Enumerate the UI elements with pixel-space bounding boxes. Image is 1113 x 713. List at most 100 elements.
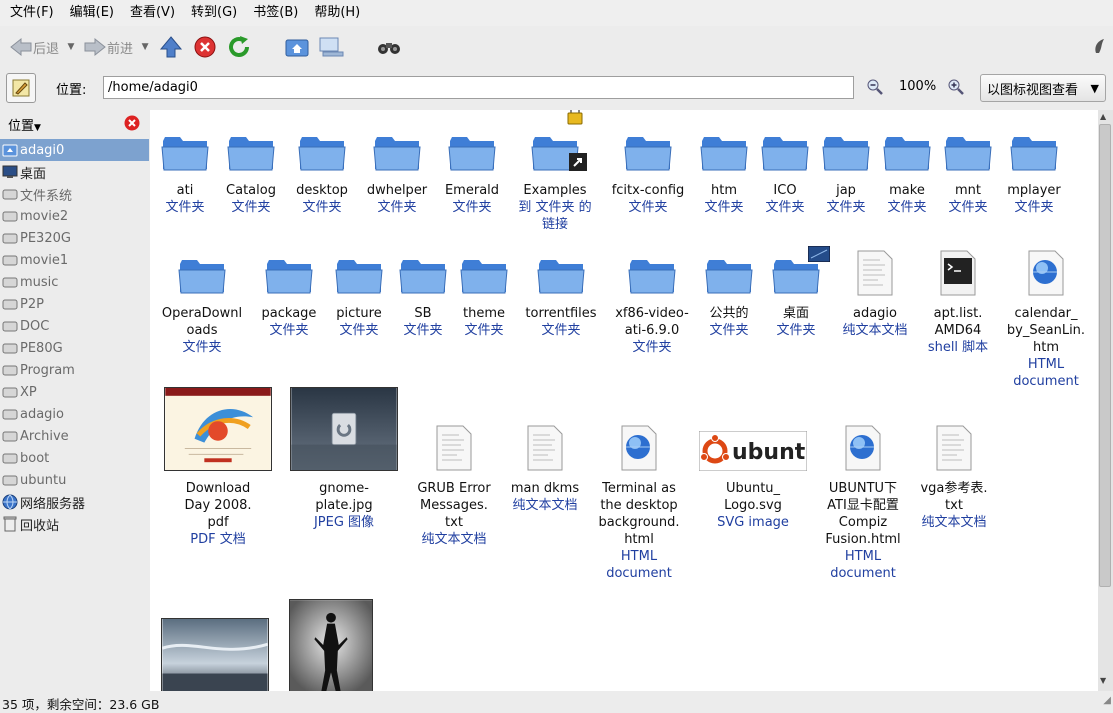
forward-label: 前进 bbox=[107, 41, 134, 57]
back-button[interactable]: 后退 bbox=[6, 31, 62, 63]
sidebar-item-p2p[interactable]: P2P bbox=[0, 293, 149, 315]
sidebar-item-ubuntu[interactable]: ubuntu bbox=[0, 469, 149, 491]
file-item[interactable]: mplayer 文件夹 bbox=[986, 110, 1082, 216]
file-item[interactable]: Download Day 2008. pdf PDF 文档 bbox=[164, 387, 272, 548]
terminal-icon bbox=[939, 250, 977, 301]
file-name: apt.list. AMD64 bbox=[933, 306, 983, 338]
file-item[interactable]: calendar_ by_SeanLin. htm HTML document bbox=[998, 233, 1094, 390]
view-mode-select[interactable]: 以图标视图查看 ▼ bbox=[980, 74, 1106, 102]
sidebar-item-label: P2P bbox=[20, 296, 44, 312]
sidebar-item-movie1[interactable]: movie1 bbox=[0, 249, 149, 271]
sidebar-item-desktop[interactable]: 桌面 bbox=[0, 161, 149, 183]
file-item[interactable]: adagio 纯文本文档 bbox=[827, 233, 923, 339]
sidebar-item-adagio[interactable]: adagio bbox=[0, 403, 149, 425]
sidebar-item-doc[interactable]: DOC bbox=[0, 315, 149, 337]
sidebar-item-adagi0[interactable]: adagi0 bbox=[0, 139, 149, 161]
search-button[interactable] bbox=[372, 31, 406, 63]
menu-help[interactable]: 帮助(H) bbox=[306, 0, 368, 26]
stop-button[interactable] bbox=[188, 31, 222, 63]
zoom-out-button[interactable] bbox=[866, 78, 884, 100]
sidebar-title: 位置 bbox=[8, 119, 35, 134]
sidebar-item-movie2[interactable]: movie2 bbox=[0, 205, 149, 227]
file-item[interactable]: torrentfiles 文件夹 bbox=[513, 233, 609, 339]
file-name: GRUB Error Messages. txt bbox=[417, 481, 491, 530]
text-file-icon bbox=[526, 425, 564, 476]
sidebar-type-select[interactable]: 位置▼ bbox=[8, 115, 41, 134]
menu-bookmarks[interactable]: 书签(B) bbox=[245, 0, 306, 26]
file-item[interactable] bbox=[160, 618, 270, 691]
folder-icon bbox=[178, 256, 226, 301]
scroll-up-icon[interactable]: ▲ bbox=[1100, 112, 1106, 121]
menu-file[interactable]: 文件(F) bbox=[2, 0, 62, 26]
vertical-scrollbar[interactable]: ▲ ▼ bbox=[1098, 110, 1113, 691]
file-name: Emerald bbox=[444, 183, 500, 198]
file-item[interactable]: Terminal as the desktop background. html HT… bbox=[591, 392, 687, 582]
forward-arrow-icon bbox=[84, 37, 106, 57]
file-name: gnome-plate.jpg bbox=[315, 481, 373, 513]
back-history-dropdown[interactable]: ▼ bbox=[62, 31, 80, 63]
file-icon-view: ati 文件夹 Catalog 文件夹 desktop 文件夹 dwhelper… bbox=[150, 110, 1098, 691]
resize-grip-icon[interactable]: ◢ bbox=[1103, 695, 1111, 706]
computer-button[interactable] bbox=[314, 31, 348, 63]
sidebar-item-pe320g[interactable]: PE320G bbox=[0, 227, 149, 249]
scrollbar-thumb[interactable] bbox=[1099, 124, 1111, 587]
zoom-in-button[interactable] bbox=[947, 78, 965, 100]
svg-text:ubuntu: ubuntu bbox=[732, 440, 807, 465]
sidebar-item-label: 文件系统 bbox=[20, 188, 73, 204]
file-item[interactable]: apt.list. AMD64 shell 脚本 bbox=[910, 233, 1006, 356]
forward-history-dropdown[interactable]: ▼ bbox=[136, 31, 154, 63]
toggle-location-button[interactable] bbox=[6, 73, 36, 103]
home-button[interactable] bbox=[280, 31, 314, 63]
file-type: 文件夹 bbox=[1014, 200, 1054, 215]
network-icon bbox=[2, 494, 18, 510]
sidebar-item-boot[interactable]: boot bbox=[0, 447, 149, 469]
sidebar-item-pe80g[interactable]: PE80G bbox=[0, 337, 149, 359]
sidebar-item-program[interactable]: Program bbox=[0, 359, 149, 381]
file-item[interactable]: OperaDownl oads 文件夹 bbox=[154, 233, 250, 356]
file-name: man dkms bbox=[510, 481, 580, 496]
sidebar-item-label: 网络服务器 bbox=[20, 496, 86, 512]
file-item[interactable]: Emerald 文件夹 bbox=[424, 110, 520, 216]
toolbar: 后退 ▼ 前进 ▼ bbox=[0, 26, 1113, 68]
sidebar-item-network[interactable]: 网络服务器 bbox=[0, 491, 149, 513]
file-name: vga参考表. txt bbox=[920, 481, 988, 513]
folder-icon bbox=[460, 256, 508, 301]
forward-button[interactable]: 前进 bbox=[80, 31, 136, 63]
menu-go[interactable]: 转到(G) bbox=[183, 0, 245, 26]
file-item[interactable]: UBUNTU下 ATI显卡配置 Compiz Fusion.html HTML docu… bbox=[815, 392, 911, 582]
file-type: JPEG 图像 bbox=[313, 515, 375, 530]
file-type: 文件夹 bbox=[452, 200, 492, 215]
menu-view[interactable]: 查看(V) bbox=[122, 0, 183, 26]
scroll-down-icon[interactable]: ▼ bbox=[1100, 676, 1106, 685]
file-type: 纯文本文档 bbox=[921, 515, 987, 530]
reload-button[interactable] bbox=[222, 31, 256, 63]
file-item[interactable]: man dkms 纯文本文档 bbox=[497, 392, 593, 514]
file-item[interactable]: gnome-plate.jpg JPEG 图像 bbox=[290, 387, 398, 531]
places-list: adagi0 桌面 文件系统 movie2 PE320G movie1 musi… bbox=[0, 139, 149, 535]
sidebar-item-trash[interactable]: 回收站 bbox=[0, 513, 149, 535]
location-input[interactable] bbox=[103, 76, 854, 99]
sidebar-item-archive[interactable]: Archive bbox=[0, 425, 149, 447]
sidebar-item-xp[interactable]: XP bbox=[0, 381, 149, 403]
html-globe-icon bbox=[844, 425, 882, 476]
menu-edit[interactable]: 编辑(E) bbox=[62, 0, 122, 26]
file-item[interactable]: vga参考表. txt 纯文本文档 bbox=[906, 392, 1002, 531]
folder-icon bbox=[944, 133, 992, 178]
close-sidebar-button[interactable] bbox=[124, 115, 140, 135]
file-item[interactable]: ubuntu Ubuntu_Logo.svg SVG image bbox=[698, 392, 821, 531]
sidebar-item-label: Program bbox=[20, 362, 75, 378]
lock-icon bbox=[567, 110, 583, 125]
throbber-icon bbox=[1093, 38, 1107, 58]
file-type: HTML document bbox=[1013, 357, 1079, 389]
sidebar-item-filesystem[interactable]: 文件系统 bbox=[0, 183, 149, 205]
html-globe-icon bbox=[620, 425, 658, 476]
text-file-icon bbox=[935, 425, 973, 476]
sidebar-item-music[interactable]: music bbox=[0, 271, 149, 293]
file-item[interactable]: GRUB Error Messages. txt 纯文本文档 bbox=[406, 392, 502, 548]
file-item[interactable]: Examples 到 文件夹 的链接 bbox=[507, 110, 603, 233]
zoom-level[interactable]: 100% bbox=[899, 79, 936, 94]
file-name: calendar_ by_SeanLin. htm bbox=[1006, 306, 1086, 355]
file-item[interactable] bbox=[287, 599, 375, 691]
up-button[interactable] bbox=[154, 31, 188, 63]
drive-icon bbox=[2, 296, 18, 312]
